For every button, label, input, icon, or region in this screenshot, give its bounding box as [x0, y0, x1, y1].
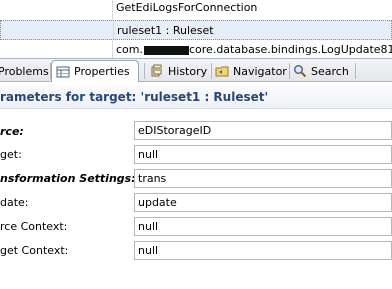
- list-item[interactable]: com. core.database.bindings.LogUpdate810D: [0, 40, 392, 60]
- tree-lines: [0, 40, 113, 60]
- tab-problems[interactable]: Problems: [0, 61, 49, 81]
- navigator-icon: [215, 64, 229, 78]
- tab-label: Properties: [74, 65, 130, 78]
- tab-separator: [355, 63, 356, 79]
- property-value-field[interactable]: update: [134, 193, 392, 212]
- property-label: get:: [0, 148, 22, 161]
- tab-search[interactable]: Search: [293, 61, 349, 81]
- tab-history[interactable]: History: [150, 61, 207, 81]
- property-value-field[interactable]: null: [134, 217, 392, 236]
- tab-separator: [211, 63, 212, 79]
- property-label: nsformation Settings:: [0, 172, 136, 185]
- property-value-field[interactable]: null: [134, 241, 392, 260]
- tab-label: Search: [311, 64, 349, 78]
- tab-separator: [144, 63, 145, 79]
- tab-label: Problems: [0, 64, 49, 78]
- property-value-field[interactable]: null: [134, 145, 392, 164]
- tab-label: History: [168, 64, 208, 78]
- tree-lines: [0, 0, 113, 20]
- redaction-block: [144, 45, 189, 55]
- history-icon: [150, 64, 164, 78]
- search-icon: [293, 64, 307, 78]
- property-label: get Context:: [0, 244, 69, 257]
- tree-lines: [1, 21, 114, 39]
- list-item-prefix: com.: [116, 43, 143, 56]
- list-item-label: com. core.database.bindings.LogUpdate810D: [116, 43, 392, 56]
- property-label: rce Context:: [0, 220, 68, 233]
- element-list: GetEdiLogsForConnection ruleset1 : Rules…: [0, 0, 392, 60]
- view-tab-bar: Problems Properties History Navigator Se…: [0, 58, 392, 82]
- property-label: date:: [0, 196, 29, 209]
- list-item[interactable]: GetEdiLogsForConnection: [0, 0, 392, 20]
- list-item-selected[interactable]: ruleset1 : Ruleset: [0, 20, 392, 40]
- list-item-label: ruleset1 : Ruleset: [117, 24, 214, 37]
- property-value-field[interactable]: eDIStorageID: [134, 121, 392, 140]
- tab-properties[interactable]: Properties: [51, 60, 139, 82]
- property-value-field[interactable]: trans: [134, 169, 392, 188]
- list-item-label: GetEdiLogsForConnection: [116, 1, 258, 14]
- tab-navigator[interactable]: Navigator: [215, 61, 287, 81]
- property-label: rce:: [0, 125, 24, 138]
- properties-icon: [56, 65, 70, 79]
- tab-label: Navigator: [233, 64, 287, 78]
- list-item-suffix: core.database.bindings.LogUpdate810D: [189, 43, 392, 56]
- properties-title: rameters for target: 'ruleset1 : Ruleset…: [0, 86, 392, 109]
- tab-separator: [289, 63, 290, 79]
